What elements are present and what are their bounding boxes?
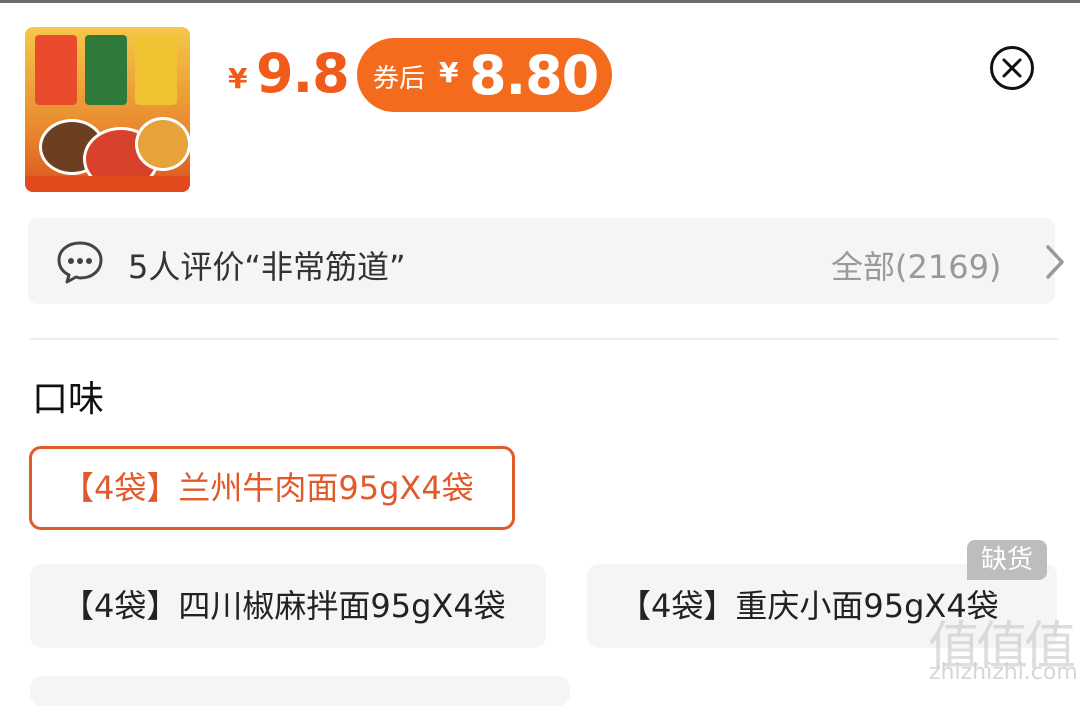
watermark-url: zhizhizhi.com [929,660,1078,685]
flavor-option-lanzhou[interactable]: 【4袋】兰州牛肉面95gX4袋 [29,446,515,530]
all-reviews-link[interactable]: 全部(2169) [831,242,1001,288]
chevron-right-icon [1046,245,1064,279]
package-image [135,35,177,105]
close-icon [1002,58,1022,78]
coupon-currency: ¥ [439,56,459,89]
flavor-section-title: 口味 [32,379,105,420]
package-image [85,35,127,105]
product-thumbnail[interactable] [25,27,190,192]
coupon-label: 券后 [373,64,426,94]
flavor-option-partial[interactable] [30,676,570,706]
flavor-option-sichuan[interactable]: 【4袋】四川椒麻拌面95gX4袋 [30,564,546,648]
review-summary-text: 5人评价“非常筋道” [128,248,406,286]
section-divider [30,338,1058,340]
review-summary-bar[interactable]: 5人评价“非常筋道” 全部(2169) [28,218,1064,304]
package-image [35,35,77,105]
coupon-price-badge: 券后 ¥ 8.80 [357,38,612,112]
chat-bubble-icon [57,241,103,284]
noodle-bowl-image [135,117,190,171]
coupon-price: 8.80 [469,44,599,107]
top-divider [0,0,1080,3]
thumbnail-banner [25,176,190,192]
out-of-stock-badge: 缺货 [967,540,1047,580]
price-currency: ¥ [228,62,248,95]
price: 9.8 [256,42,350,105]
close-button[interactable] [990,46,1034,90]
